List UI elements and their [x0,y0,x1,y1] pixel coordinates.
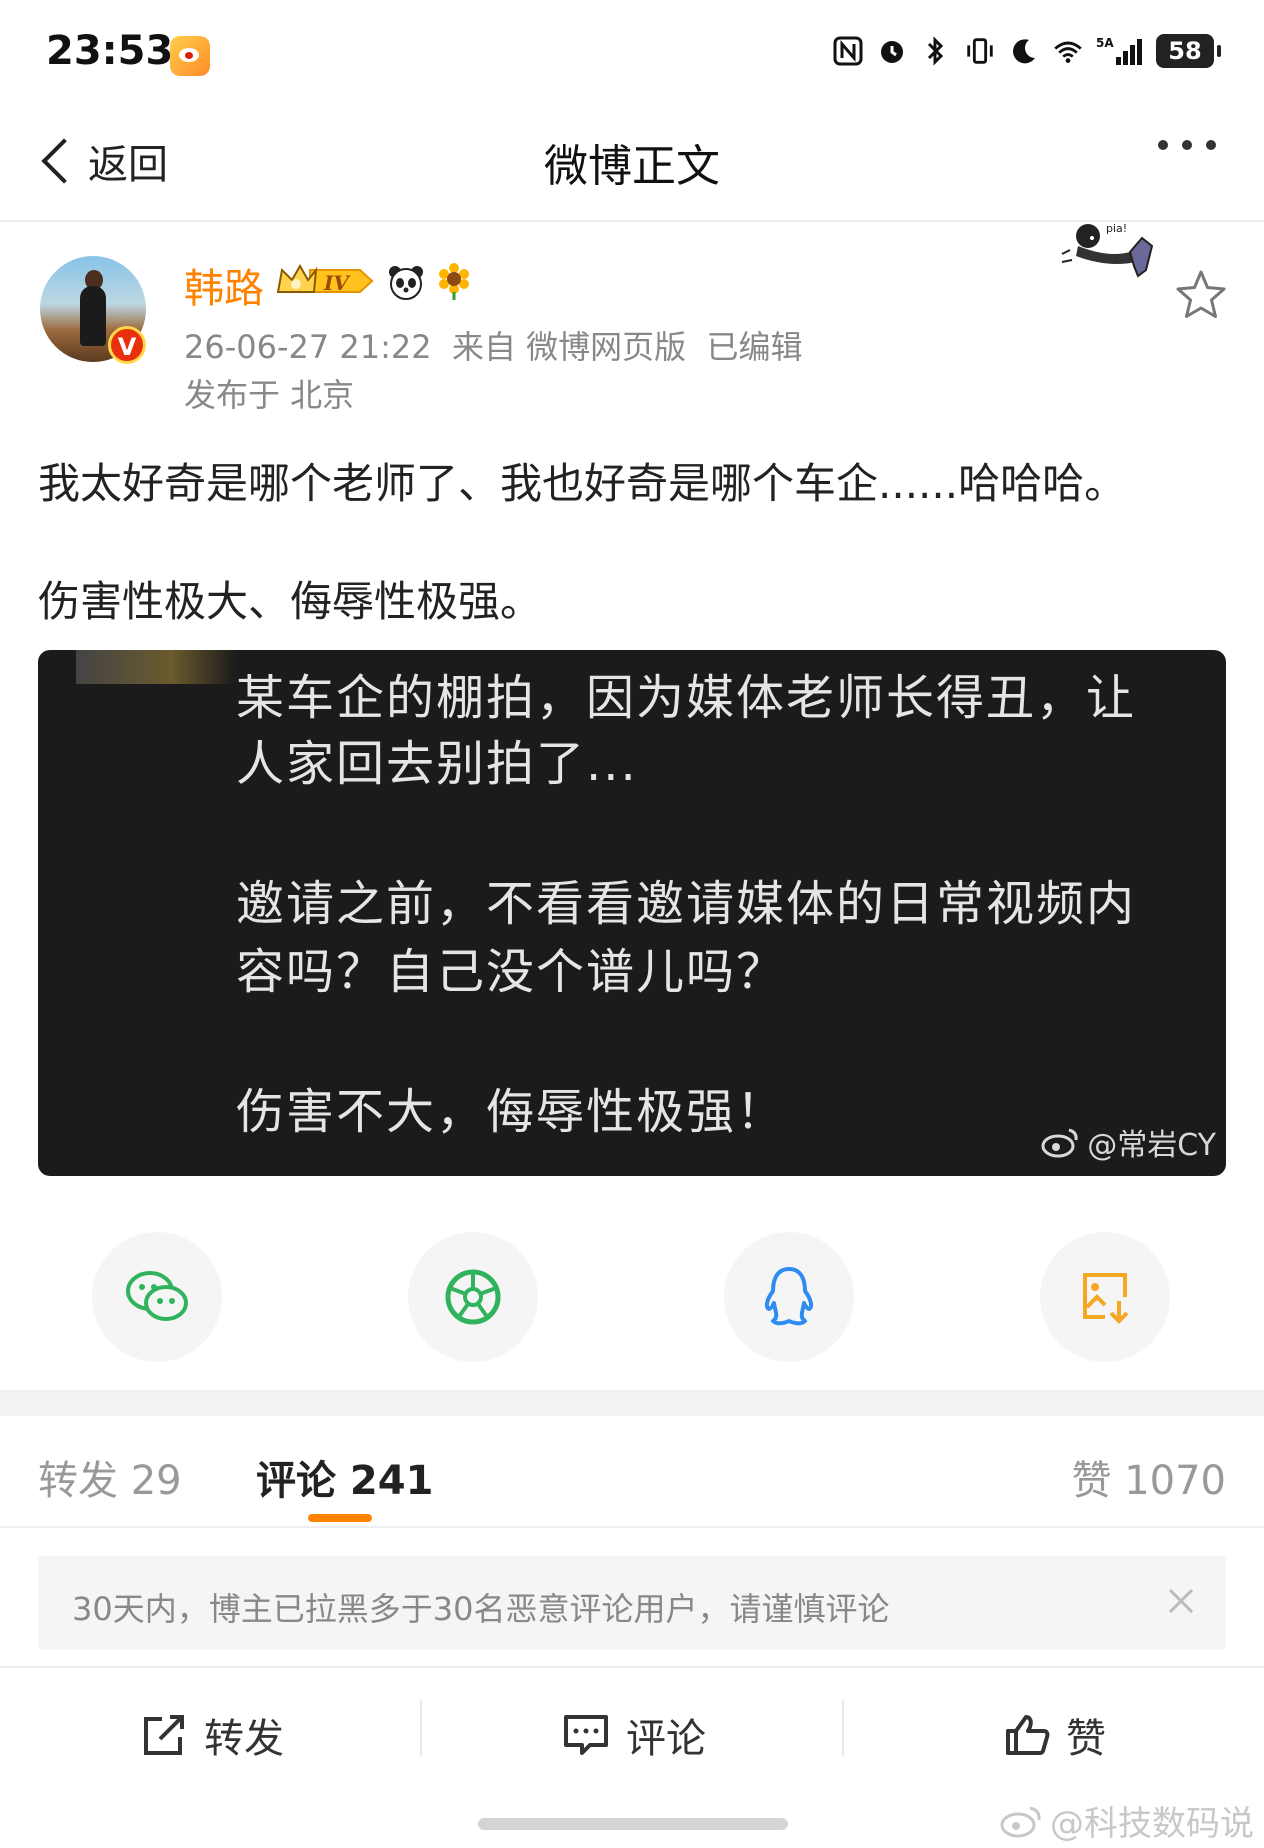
image-text-line2: 人家回去别拍了... [236,736,638,792]
weibo-app-icon [170,36,210,76]
like-label: 赞 [1066,1716,1106,1762]
action-separator [420,1700,422,1756]
do-not-disturb-icon [1008,34,1040,68]
notice-text: 30天内，博主已拉黑多于30名恶意评论用户，请谨慎评论 [72,1590,890,1628]
share-wechat-button[interactable] [92,1232,222,1362]
save-image-icon [1083,1273,1129,1324]
footer-watermark-text: @科技数码说 [1050,1804,1254,1844]
verified-badge-icon: V [108,326,146,364]
sunflower-badge-icon [439,263,469,300]
wifi-icon [1052,34,1084,68]
member-crown-badge-icon[interactable]: IV [276,262,376,300]
bluetooth-icon [920,34,952,68]
active-tab-indicator [308,1514,372,1522]
nfc-icon [832,34,864,68]
footer-watermark: @科技数码说 [1000,1796,1254,1845]
author-name[interactable]: 韩路 [184,256,264,314]
tab-comment[interactable]: 评论 241 [256,1448,433,1506]
weibo-logo-icon [1041,1128,1078,1158]
post-source: 来自 微博网页版 [451,328,687,366]
moments-icon [445,1269,501,1325]
comment-icon [564,1715,608,1755]
page-title: 微博正文 [544,141,720,192]
favorite-star-icon[interactable] [1174,268,1228,322]
comment-label: 评论 [626,1716,706,1762]
post-timestamp: 26-06-27 21:22 [184,328,432,366]
image-text-line5: 伤害不大，侮辱性极强！ [236,1084,787,1140]
cellular-signal-icon: 5A [1096,34,1144,68]
tab-divider [0,1526,1264,1528]
comment-warning-notice: 30天内，博主已拉黑多于30名恶意评论用户，请谨慎评论 [38,1556,1226,1650]
cartoon-decoration-icon: pia! [1061,222,1154,278]
level-badge-text: IV [323,271,351,295]
post-meta: 26-06-27 21:22 来自 微博网页版 已编辑 [184,322,803,368]
wechat-icon [126,1271,188,1321]
alarm-icon [876,34,908,68]
repost-button[interactable]: 转发 [140,1706,284,1764]
post-image[interactable]: 某车企的棚拍，因为媒体老师长得丑，让 人家回去别拍了... 邀请之前，不看看邀请… [38,650,1226,1176]
post-edited-label[interactable]: 已编辑 [707,328,803,366]
image-text-line1: 某车企的棚拍，因为媒体老师长得丑，让 [236,670,1137,726]
image-blurred-corner [76,650,236,684]
like-button[interactable]: 赞 [1004,1706,1106,1764]
svg-text:5A: 5A [1096,36,1114,50]
post-text-line2: 伤害性极大、侮辱性极强。 [38,577,543,626]
vibrate-icon [964,34,996,68]
tab-repost[interactable]: 转发 29 [38,1448,182,1506]
save-image-button[interactable] [1040,1232,1170,1362]
thumbs-up-icon [1006,1715,1050,1755]
close-icon[interactable] [1162,1582,1200,1620]
section-divider [0,1390,1264,1416]
bottom-bar-divider [0,1666,1264,1668]
action-separator [842,1700,844,1756]
more-options-button[interactable] [1158,140,1216,150]
tab-like[interactable]: 赞 1070 [1071,1448,1226,1506]
repost-icon [144,1715,184,1755]
image-text-line4: 容吗？自己没个谱儿吗？ [236,944,787,1000]
post-text-line1: 我太好奇是哪个老师了、我也好奇是哪个车企......哈哈哈。 [38,459,1127,508]
share-moments-button[interactable] [408,1232,538,1362]
repost-label: 转发 [204,1716,284,1762]
weibo-logo-icon [1000,1806,1041,1837]
svg-text:pia!: pia! [1106,222,1127,235]
home-indicator[interactable] [478,1818,788,1830]
image-text-line3: 邀请之前，不看看邀请媒体的日常视频内 [236,876,1137,932]
image-watermark-text: @常岩CY [1087,1128,1216,1163]
status-icons: 5A 58 [832,34,1221,68]
status-time: 23:53 [46,28,174,74]
panda-badge-icon [389,266,423,300]
comment-button[interactable]: 评论 [562,1706,706,1764]
share-qq-button[interactable] [724,1232,854,1362]
battery-indicator: 58 [1156,34,1221,68]
post-location: 发布于 北京 [184,376,355,414]
image-watermark: @常岩CY [1041,1120,1216,1164]
qq-icon [764,1267,814,1326]
